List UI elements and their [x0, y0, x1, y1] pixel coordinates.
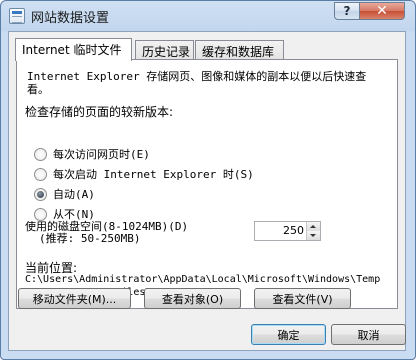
disk-space-stepper[interactable]: 250: [254, 221, 321, 241]
dialog-window: 网站数据设置 ? ✕ Internet 临时文件 历史记录 缓存和数据库 Int…: [0, 0, 416, 360]
radio-automatic[interactable]: [34, 187, 47, 201]
tab-caches-and-databases[interactable]: 缓存和数据库: [195, 40, 284, 60]
disk-space-label: 使用的磁盘空间(8-1024MB)(D) (推荐: 50-250MB): [25, 221, 245, 245]
tab-temporary-internet-files[interactable]: Internet 临时文件: [15, 38, 132, 61]
radio-every-visit[interactable]: [34, 147, 47, 161]
title-bar[interactable]: 网站数据设置 ? ✕: [1, 1, 415, 31]
decrement-arrow-icon[interactable]: [307, 231, 320, 240]
disk-space-hint: (推荐: 50-250MB): [39, 232, 141, 245]
settings-window-icon: [9, 8, 25, 24]
help-button[interactable]: ?: [334, 2, 360, 20]
ok-button[interactable]: 确定: [251, 324, 326, 345]
cancel-button[interactable]: 取消: [331, 324, 406, 345]
check-versions-label: 检查存储的页面的较新版本:: [25, 105, 174, 119]
view-objects-button[interactable]: 查看对象(O): [144, 288, 241, 309]
tab-history[interactable]: 历史记录: [135, 40, 194, 60]
radio-never[interactable]: [34, 207, 47, 221]
option-label: 每次启动 Internet Explorer 时(S): [53, 168, 254, 181]
stepper-buttons: [306, 222, 320, 240]
option-label: 每次访问网页时(E): [53, 148, 150, 161]
close-button[interactable]: ✕: [359, 2, 405, 20]
option-label: 自动(A): [53, 188, 95, 201]
option-automatic[interactable]: 自动(A): [34, 186, 95, 202]
option-every-start[interactable]: 每次启动 Internet Explorer 时(S): [34, 166, 254, 182]
tab-panel: Internet Explorer 存储网页、图像和媒体的副本以便以后快速查看。…: [16, 59, 398, 309]
disk-space-value[interactable]: 250: [283, 224, 304, 237]
move-folder-button[interactable]: 移动文件夹(M)...: [18, 288, 131, 309]
option-every-visit[interactable]: 每次访问网页时(E): [34, 146, 150, 162]
radio-every-start[interactable]: [34, 167, 47, 181]
dialog-body: Internet 临时文件 历史记录 缓存和数据库 Internet Explo…: [8, 31, 406, 351]
view-files-button[interactable]: 查看文件(V): [254, 288, 351, 309]
description-text: Internet Explorer 存储网页、图像和媒体的副本以便以后快速查看。: [27, 70, 367, 96]
window-title: 网站数据设置: [31, 11, 110, 26]
